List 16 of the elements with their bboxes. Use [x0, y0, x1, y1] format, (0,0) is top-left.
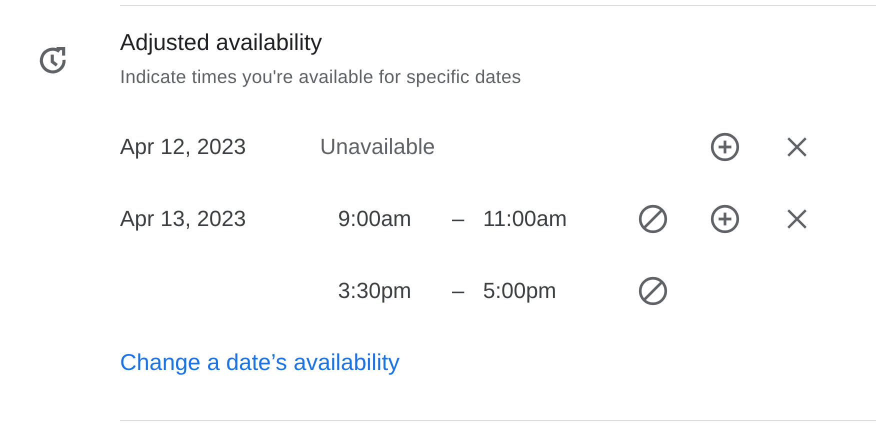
time-separator: –: [452, 206, 466, 232]
change-availability-link[interactable]: Change a date’s availability: [120, 347, 400, 377]
add-icon[interactable]: [708, 130, 742, 164]
block-icon[interactable]: [636, 274, 670, 308]
section-title: Adjusted availability: [120, 28, 322, 57]
unavailable-label: Unavailable: [320, 134, 435, 160]
start-time[interactable]: 9:00am: [338, 206, 452, 232]
end-time[interactable]: 5:00pm: [483, 278, 556, 304]
end-time[interactable]: 11:00am: [483, 206, 567, 232]
date-label: Apr 12, 2023: [120, 134, 246, 160]
add-icon[interactable]: [708, 202, 742, 236]
time-separator: –: [452, 278, 466, 304]
date-label: Apr 13, 2023: [120, 206, 246, 232]
block-icon[interactable]: [636, 202, 670, 236]
section-subtitle: Indicate times you're available for specific dates: [120, 65, 522, 89]
start-time[interactable]: 3:30pm: [338, 278, 452, 304]
